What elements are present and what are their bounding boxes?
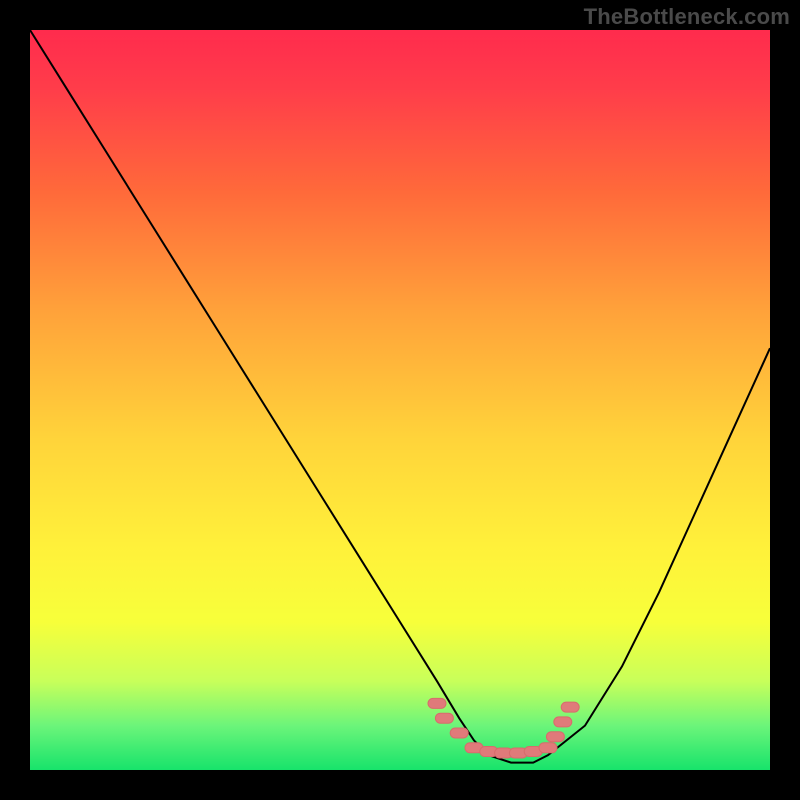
plot-area xyxy=(30,30,770,770)
curve-markers xyxy=(428,698,579,758)
curve-marker xyxy=(539,743,557,753)
curve-marker xyxy=(561,702,579,712)
curve-marker xyxy=(554,717,572,727)
curve-marker xyxy=(428,698,446,708)
curve-marker xyxy=(546,732,564,742)
bottleneck-curve xyxy=(30,30,770,763)
curve-marker xyxy=(450,728,468,738)
chart-frame: TheBottleneck.com xyxy=(0,0,800,800)
curve-marker xyxy=(435,713,453,723)
attribution-label: TheBottleneck.com xyxy=(584,4,790,30)
chart-svg xyxy=(30,30,770,770)
